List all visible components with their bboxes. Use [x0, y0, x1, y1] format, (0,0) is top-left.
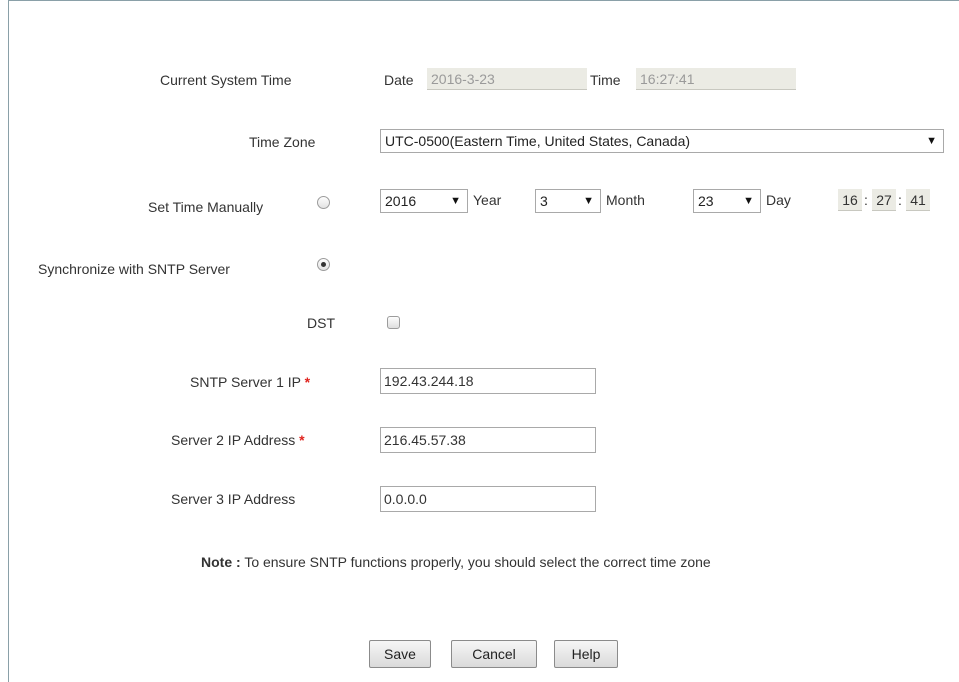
day-select[interactable]: 23 ▼: [693, 189, 761, 213]
year-selected-value: 2016: [385, 193, 417, 209]
note-body: To ensure SNTP functions properly, you s…: [244, 554, 711, 570]
required-asterisk: *: [304, 374, 311, 390]
dropdown-arrow-icon: ▼: [583, 195, 594, 207]
sntp-sync-radio[interactable]: [317, 258, 330, 271]
set-time-manually-label: Set Time Manually: [148, 199, 264, 215]
set-time-manually-radio[interactable]: [317, 196, 330, 209]
server2-label: Server 2 IP Address *: [171, 432, 305, 448]
time-colon: :: [898, 192, 902, 208]
sntp-server1-input[interactable]: [380, 368, 596, 394]
day-selected-value: 23: [698, 193, 714, 209]
sntp-server1-label-text: SNTP Server 1 IP: [190, 374, 301, 390]
hour-field[interactable]: 16: [838, 189, 862, 211]
time-zone-selected-value: UTC-0500(Eastern Time, United States, Ca…: [385, 133, 691, 149]
year-select[interactable]: 2016 ▼: [380, 189, 468, 213]
day-label: Day: [766, 192, 791, 208]
save-button[interactable]: Save: [369, 640, 431, 668]
time-readonly-field: 16:27:41: [636, 68, 796, 90]
month-selected-value: 3: [540, 193, 548, 209]
time-colon: :: [864, 192, 868, 208]
required-asterisk: *: [299, 432, 305, 448]
server3-input[interactable]: [380, 486, 596, 512]
minute-field[interactable]: 27: [872, 189, 896, 211]
time-zone-label: Time Zone: [249, 134, 316, 150]
server2-label-text: Server 2 IP Address: [171, 432, 296, 448]
note-text: Note : To ensure SNTP functions properly…: [201, 554, 711, 570]
dropdown-arrow-icon: ▼: [450, 195, 461, 207]
frame-left-border: [8, 0, 9, 682]
dst-label: DST: [307, 315, 335, 331]
sntp-sync-label: Synchronize with SNTP Server: [38, 261, 230, 277]
dropdown-arrow-icon: ▼: [743, 195, 754, 207]
current-time-label: Current System Time: [160, 72, 292, 88]
cancel-button[interactable]: Cancel: [451, 640, 537, 668]
second-field[interactable]: 41: [906, 189, 930, 211]
dst-checkbox[interactable]: [387, 316, 400, 329]
month-select[interactable]: 3 ▼: [535, 189, 601, 213]
date-label: Date: [384, 72, 414, 88]
server3-label: Server 3 IP Address: [171, 491, 296, 507]
dropdown-arrow-icon: ▼: [926, 135, 937, 147]
date-readonly-field: 2016-3-23: [427, 68, 587, 90]
radio-selected-dot: [321, 262, 326, 267]
month-label: Month: [606, 192, 645, 208]
server2-input[interactable]: [380, 427, 596, 453]
sntp-server1-label: SNTP Server 1 IP *: [190, 374, 310, 390]
note-prefix: Note :: [201, 554, 241, 570]
help-button[interactable]: Help: [554, 640, 618, 668]
year-label: Year: [473, 192, 502, 208]
time-label: Time: [590, 72, 621, 88]
time-zone-select[interactable]: UTC-0500(Eastern Time, United States, Ca…: [380, 129, 944, 153]
frame-top-border: [8, 0, 959, 1]
